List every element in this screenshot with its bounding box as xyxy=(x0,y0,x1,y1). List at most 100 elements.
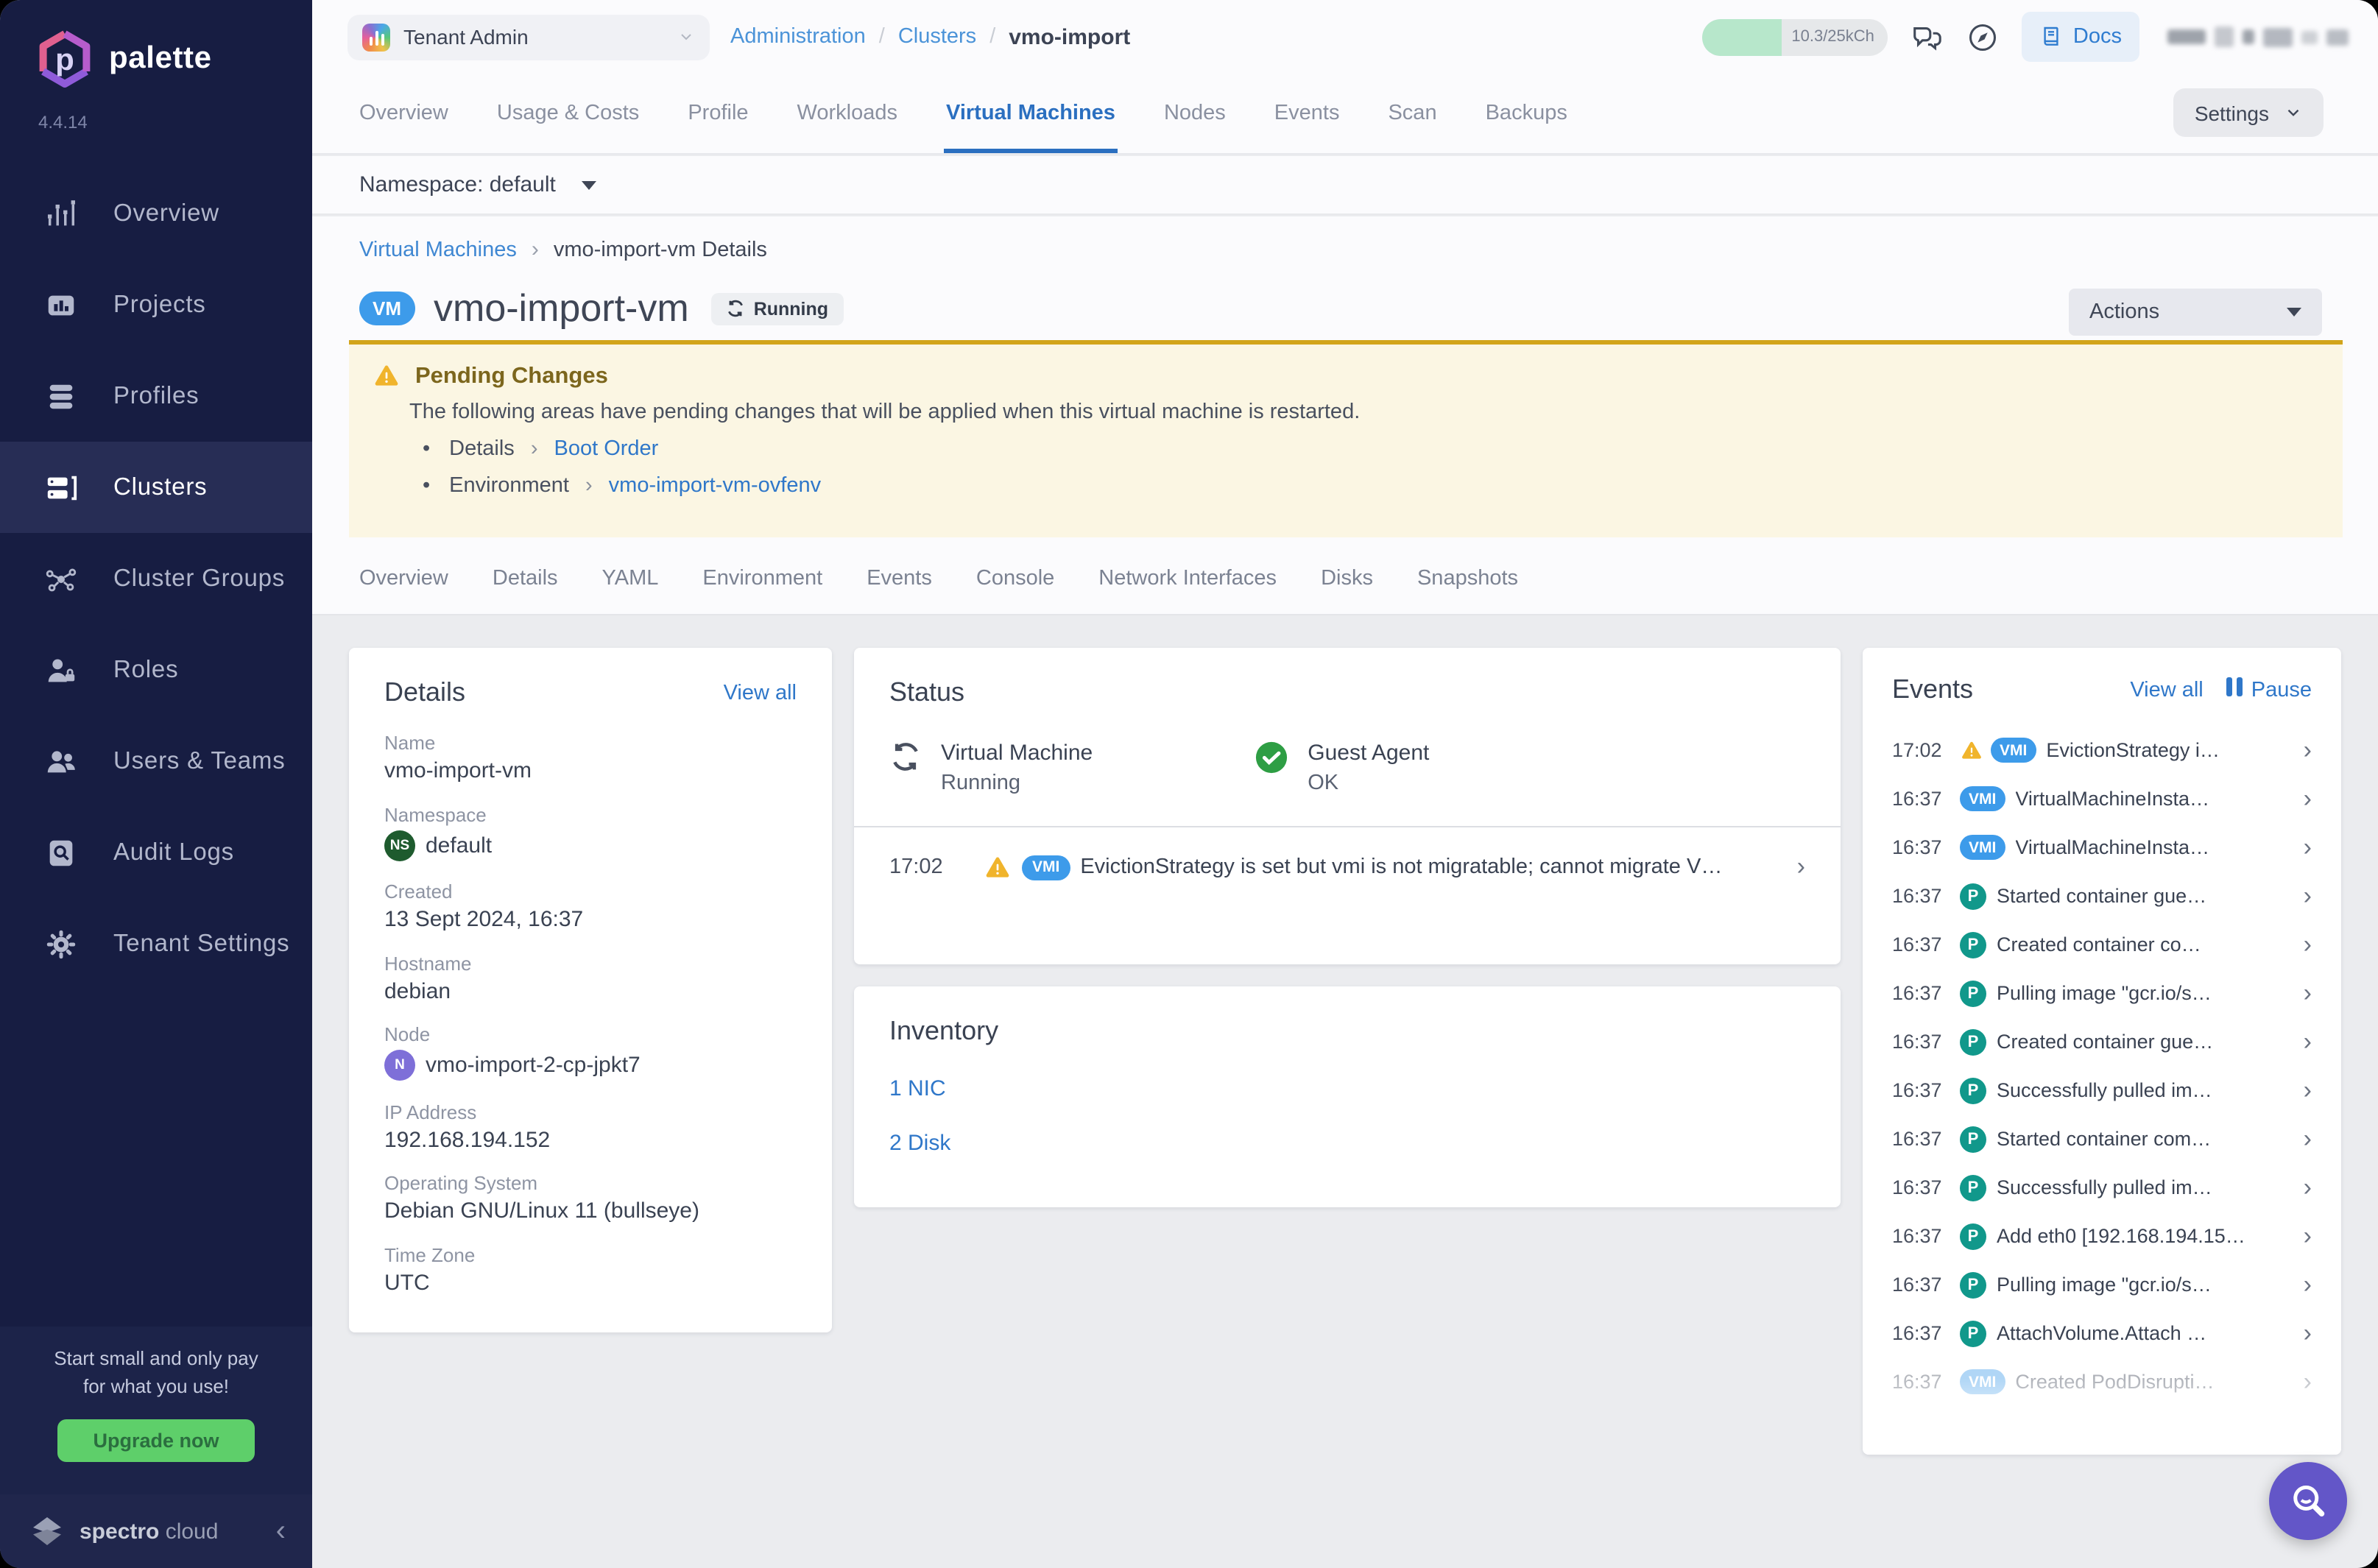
sidebar-item-overview[interactable]: Overview xyxy=(0,168,312,259)
event-row[interactable]: 16:37 P Started container gue… › xyxy=(1892,872,2312,920)
events-card: Events View all Pause 17:02 xyxy=(1863,648,2341,1455)
tab-scan[interactable]: Scan xyxy=(1388,74,1436,153)
users-teams-icon xyxy=(44,744,78,778)
subtab-environment[interactable]: Environment xyxy=(702,567,822,590)
tenant-selector[interactable]: Tenant Admin xyxy=(347,14,710,60)
chevron-right-icon: › xyxy=(2292,1318,2312,1348)
event-row[interactable]: 16:37 P AttachVolume.Attach … › xyxy=(1892,1309,2312,1357)
chevron-right-icon: › xyxy=(2292,1124,2312,1154)
usage-meter[interactable]: 10.3/25kCh xyxy=(1702,18,1888,55)
event-row[interactable]: 16:37 P Started container com… › xyxy=(1892,1115,2312,1163)
pause-icon xyxy=(2227,677,2243,702)
upgrade-now-button[interactable]: Upgrade now xyxy=(57,1419,254,1461)
chat-icon[interactable] xyxy=(1910,20,1944,54)
nic-link[interactable]: 1 NIC xyxy=(889,1076,1805,1101)
guest-agent-state: Guest Agent OK xyxy=(1255,741,1429,795)
event-text: Successfully pulled im… xyxy=(1997,1079,2292,1101)
event-row[interactable]: 16:37 P Pulling image "gcr.io/s… › xyxy=(1892,969,2312,1017)
field-label: Operating System xyxy=(384,1172,797,1194)
event-row[interactable]: 16:37 P Created container co… › xyxy=(1892,920,2312,969)
sidebar-collapse-icon[interactable]: ‹ xyxy=(276,1516,286,1546)
sync-icon xyxy=(889,741,922,773)
namespace-dropdown-icon[interactable] xyxy=(582,180,597,189)
breadcrumb-administration[interactable]: Administration xyxy=(730,25,866,49)
tab-nodes[interactable]: Nodes xyxy=(1164,74,1226,153)
subtab-disks[interactable]: Disks xyxy=(1321,567,1373,590)
details-view-all-link[interactable]: View all xyxy=(724,681,797,704)
event-text: Created container gue… xyxy=(1997,1031,2292,1053)
subtab-details[interactable]: Details xyxy=(493,567,558,590)
vm-breadcrumb-link[interactable]: Virtual Machines xyxy=(359,238,517,261)
inventory-card: Inventory 1 NIC 2 Disk xyxy=(854,986,1841,1207)
vm-type-badge: VM xyxy=(359,292,414,325)
sidebar-item-profiles[interactable]: Profiles xyxy=(0,350,312,442)
tab-profile[interactable]: Profile xyxy=(688,74,748,153)
docs-button[interactable]: Docs xyxy=(2022,12,2139,62)
tab-workloads[interactable]: Workloads xyxy=(797,74,897,153)
palette-logo-icon: p xyxy=(35,29,94,88)
sidebar-item-projects[interactable]: Projects xyxy=(0,259,312,350)
event-row[interactable]: 16:37 P Created container gue… › xyxy=(1892,1017,2312,1066)
sidebar-item-clusters[interactable]: Clusters xyxy=(0,442,312,533)
search-fab[interactable] xyxy=(2269,1462,2347,1540)
subtab-yaml[interactable]: YAML xyxy=(602,567,659,590)
vm-header-band: Virtual Machines › vmo-import-vm Details… xyxy=(312,216,2378,615)
settings-button[interactable]: Settings xyxy=(2174,88,2324,137)
brand-name: palette xyxy=(109,41,212,77)
audit-logs-icon xyxy=(44,836,78,869)
details-field: IP Address 192.168.194.152 xyxy=(384,1101,797,1152)
subtab-events[interactable]: Events xyxy=(867,567,932,590)
pending-change-link[interactable]: vmo-import-vm-ovfenv xyxy=(609,474,821,498)
breadcrumb-clusters[interactable]: Clusters xyxy=(898,25,976,49)
event-row[interactable]: 16:37 VMI VirtualMachineInsta… › xyxy=(1892,823,2312,872)
event-time: 16:37 xyxy=(1892,836,1960,858)
subtab-snapshots[interactable]: Snapshots xyxy=(1417,567,1518,590)
details-fields: Name vmo-import-vm Namespace NS default xyxy=(384,732,797,1295)
sidebar-item-users-teams[interactable]: Users & Teams xyxy=(0,716,312,807)
event-row[interactable]: 17:02 VMI EvictionStrategy i… › xyxy=(1892,726,2312,774)
subtab-network-interfaces[interactable]: Network Interfaces xyxy=(1098,567,1277,590)
event-row[interactable]: 16:37 P Successfully pulled im… › xyxy=(1892,1163,2312,1212)
actions-dropdown[interactable]: Actions xyxy=(2069,289,2322,336)
chevron-right-icon: › xyxy=(2292,1173,2312,1202)
details-field: Operating System Debian GNU/Linux 11 (bu… xyxy=(384,1172,797,1223)
redacted-account-info xyxy=(2167,27,2349,47)
tab-virtual-machines[interactable]: Virtual Machines xyxy=(946,74,1115,153)
tab-usage-costs[interactable]: Usage & Costs xyxy=(497,74,639,153)
status-event-row[interactable]: 17:02 VMI EvictionStrategy is set but vm… xyxy=(854,827,1841,882)
field-badge: N xyxy=(384,1050,415,1081)
details-field: Namespace NS default xyxy=(384,803,797,861)
sidebar-item-roles[interactable]: Roles xyxy=(0,624,312,716)
pending-changes-alert: Pending Changes The following areas have… xyxy=(349,340,2343,537)
event-source-badge: P xyxy=(1960,1126,1986,1152)
subtab-overview[interactable]: Overview xyxy=(359,567,448,590)
pending-change-item: • Details › Boot Order xyxy=(423,437,2319,461)
event-row[interactable]: 16:37 P Add eth0 [192.168.194.15… › xyxy=(1892,1212,2312,1260)
vm-subtabs: Overview Details YAML Environment Events… xyxy=(359,543,1518,614)
tab-events[interactable]: Events xyxy=(1274,74,1340,153)
event-row[interactable]: 16:37 P Pulling image "gcr.io/s… › xyxy=(1892,1260,2312,1309)
event-row[interactable]: 16:37 VMI VirtualMachineInsta… › xyxy=(1892,774,2312,823)
disk-link[interactable]: 2 Disk xyxy=(889,1131,1805,1156)
chevron-right-icon[interactable]: › xyxy=(1785,852,1805,882)
chevron-right-icon: › xyxy=(2292,881,2312,911)
pending-change-link[interactable]: Boot Order xyxy=(554,437,659,461)
events-pause-button[interactable]: Pause xyxy=(2227,677,2312,702)
sidebar-item-cluster-groups[interactable]: Cluster Groups xyxy=(0,533,312,624)
vm-state-value: Running xyxy=(941,771,1093,795)
subtab-console[interactable]: Console xyxy=(976,567,1054,590)
events-view-all-link[interactable]: View all xyxy=(2130,678,2203,702)
sidebar-item-audit-logs[interactable]: Audit Logs xyxy=(0,807,312,898)
details-field: Hostname debian xyxy=(384,952,797,1003)
event-time: 16:37 xyxy=(1892,1031,1960,1053)
event-row[interactable]: 16:37 P Successfully pulled im… › xyxy=(1892,1066,2312,1115)
cluster-groups-icon xyxy=(44,562,78,596)
tab-backups[interactable]: Backups xyxy=(1486,74,1567,153)
sidebar-item-tenant-settings[interactable]: Tenant Settings xyxy=(0,898,312,989)
compass-icon[interactable] xyxy=(1966,20,2000,54)
field-label: Namespace xyxy=(384,803,797,825)
tab-overview[interactable]: Overview xyxy=(359,74,448,153)
brand-logo: p palette xyxy=(0,0,312,88)
event-row[interactable]: 16:37 VMI Created PodDisrupti… › xyxy=(1892,1357,2312,1406)
chevron-right-icon: › xyxy=(2292,1270,2312,1299)
